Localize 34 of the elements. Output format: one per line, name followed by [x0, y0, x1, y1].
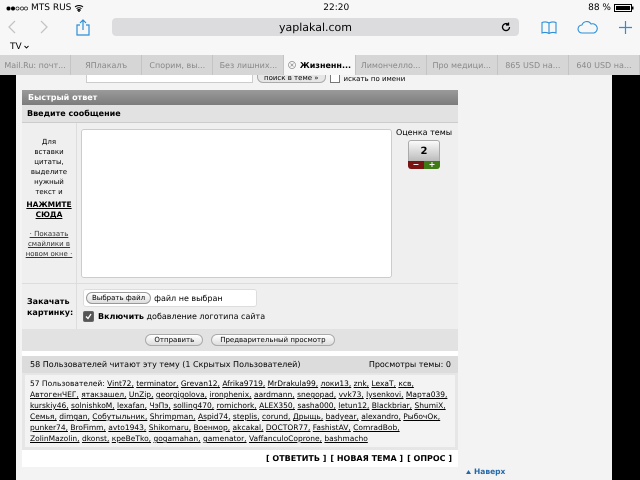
up-arrow-icon[interactable]: [466, 470, 471, 474]
minus-button[interactable]: −: [408, 161, 424, 169]
section-header: Быстрый ответ: [22, 90, 458, 105]
battery-level: 88 %: [588, 3, 611, 13]
share-icon[interactable]: [76, 18, 90, 36]
message-field[interactable]: [81, 129, 392, 278]
action-link[interactable]: [ ОПРОС ]: [407, 454, 452, 463]
plus-icon[interactable]: [619, 20, 632, 34]
battery-icon: [614, 4, 634, 12]
checkbox-label: Включить добавление логотипа сайта: [98, 312, 266, 321]
carrier-name: MTS RUS: [31, 3, 72, 13]
plus-button[interactable]: +: [424, 161, 440, 169]
close-icon[interactable]: [288, 61, 296, 69]
wifi-icon: [74, 4, 84, 12]
url-text: yaplakal.com: [279, 20, 352, 34]
views-count: Просмотры темы: 0: [368, 360, 451, 369]
checkbox[interactable]: [330, 75, 340, 83]
browser-tab[interactable]: Жизненн...: [284, 55, 356, 75]
cloud-icon[interactable]: [577, 20, 599, 34]
action-link[interactable]: [ ОТВЕТИТЬ ]: [266, 454, 326, 463]
book-icon[interactable]: [541, 20, 557, 34]
readers-summary: 58 Пользователей читают эту тему (1 Скрытых Пользователей): [30, 360, 300, 369]
search-field[interactable]: [86, 75, 253, 83]
bookmarks-folder[interactable]: TV: [10, 42, 22, 52]
section-subheader: Введите сообщение: [22, 105, 458, 123]
chevron-down-icon[interactable]: [24, 45, 29, 49]
clock-time: 22:20: [323, 3, 350, 13]
rating-value: 2: [408, 140, 440, 161]
signal-icon: [6, 6, 28, 10]
address-bar[interactable]: yaplakal.com: [112, 18, 519, 36]
reload-icon[interactable]: [501, 22, 511, 32]
checkbox[interactable]: [83, 311, 94, 322]
action-link[interactable]: [ НОВАЯ ТЕМА ]: [330, 454, 404, 463]
rating-label: Оценка темы: [396, 128, 452, 137]
